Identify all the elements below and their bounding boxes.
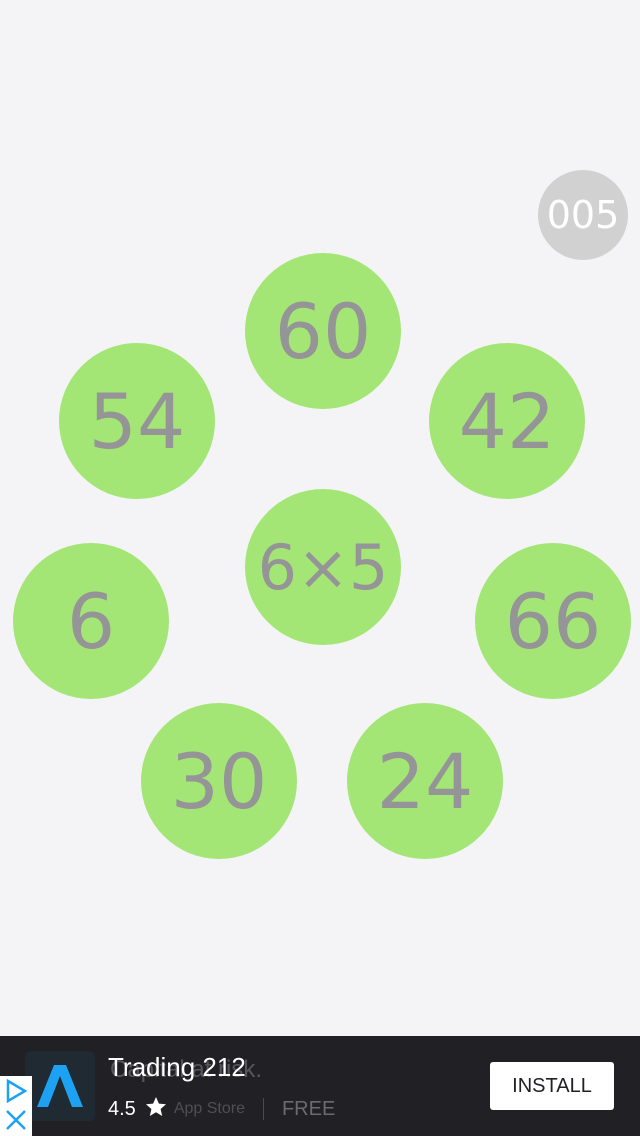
trading212-logo-icon[interactable] (25, 1051, 95, 1121)
ad-divider (262, 1098, 264, 1120)
star-icon (144, 1095, 168, 1123)
answer-bubble-lower-left[interactable]: 30 (141, 703, 297, 859)
question-label: 6×5 (257, 530, 389, 604)
close-icon[interactable] (5, 1108, 27, 1136)
answer-bubble-upper-left[interactable]: 54 (59, 343, 215, 499)
answer-bubble-upper-right[interactable]: 42 (429, 343, 585, 499)
level-counter[interactable]: 005 (538, 170, 628, 260)
ad-rating-row: 4.5 App Store FREE (108, 1094, 335, 1124)
answer-label: 24 (376, 736, 474, 826)
ad-banner[interactable]: Capital at risk. Trading 212 4.5 App Sto… (0, 1036, 640, 1136)
adchoices-badge[interactable] (0, 1076, 32, 1136)
answer-bubble-left[interactable]: 6 (13, 543, 169, 699)
ad-title[interactable]: Trading 212 (108, 1052, 246, 1083)
answer-label: 60 (274, 286, 372, 376)
answer-bubble-top[interactable]: 60 (245, 253, 401, 409)
ad-store-fading-text: App Store (173, 1100, 245, 1117)
answer-bubble-right[interactable]: 66 (475, 543, 631, 699)
game-screen: 005 60 42 54 6×5 6 66 30 24 Capital at r… (0, 0, 640, 1136)
answer-label: 54 (88, 376, 186, 466)
level-counter-label: 005 (546, 193, 620, 237)
answer-label: 30 (170, 736, 268, 826)
answer-label: 6 (66, 576, 116, 666)
install-button-label: INSTALL (512, 1074, 592, 1097)
install-button[interactable]: INSTALL (490, 1062, 614, 1110)
answer-label: 42 (458, 376, 556, 466)
adchoices-play-icon[interactable] (5, 1078, 28, 1107)
ad-price: FREE (281, 1097, 336, 1120)
answer-label: 66 (504, 576, 602, 666)
answer-bubble-lower-right[interactable]: 24 (347, 703, 503, 859)
question-bubble: 6×5 (245, 489, 401, 645)
ad-rating: 4.5 (108, 1097, 136, 1120)
